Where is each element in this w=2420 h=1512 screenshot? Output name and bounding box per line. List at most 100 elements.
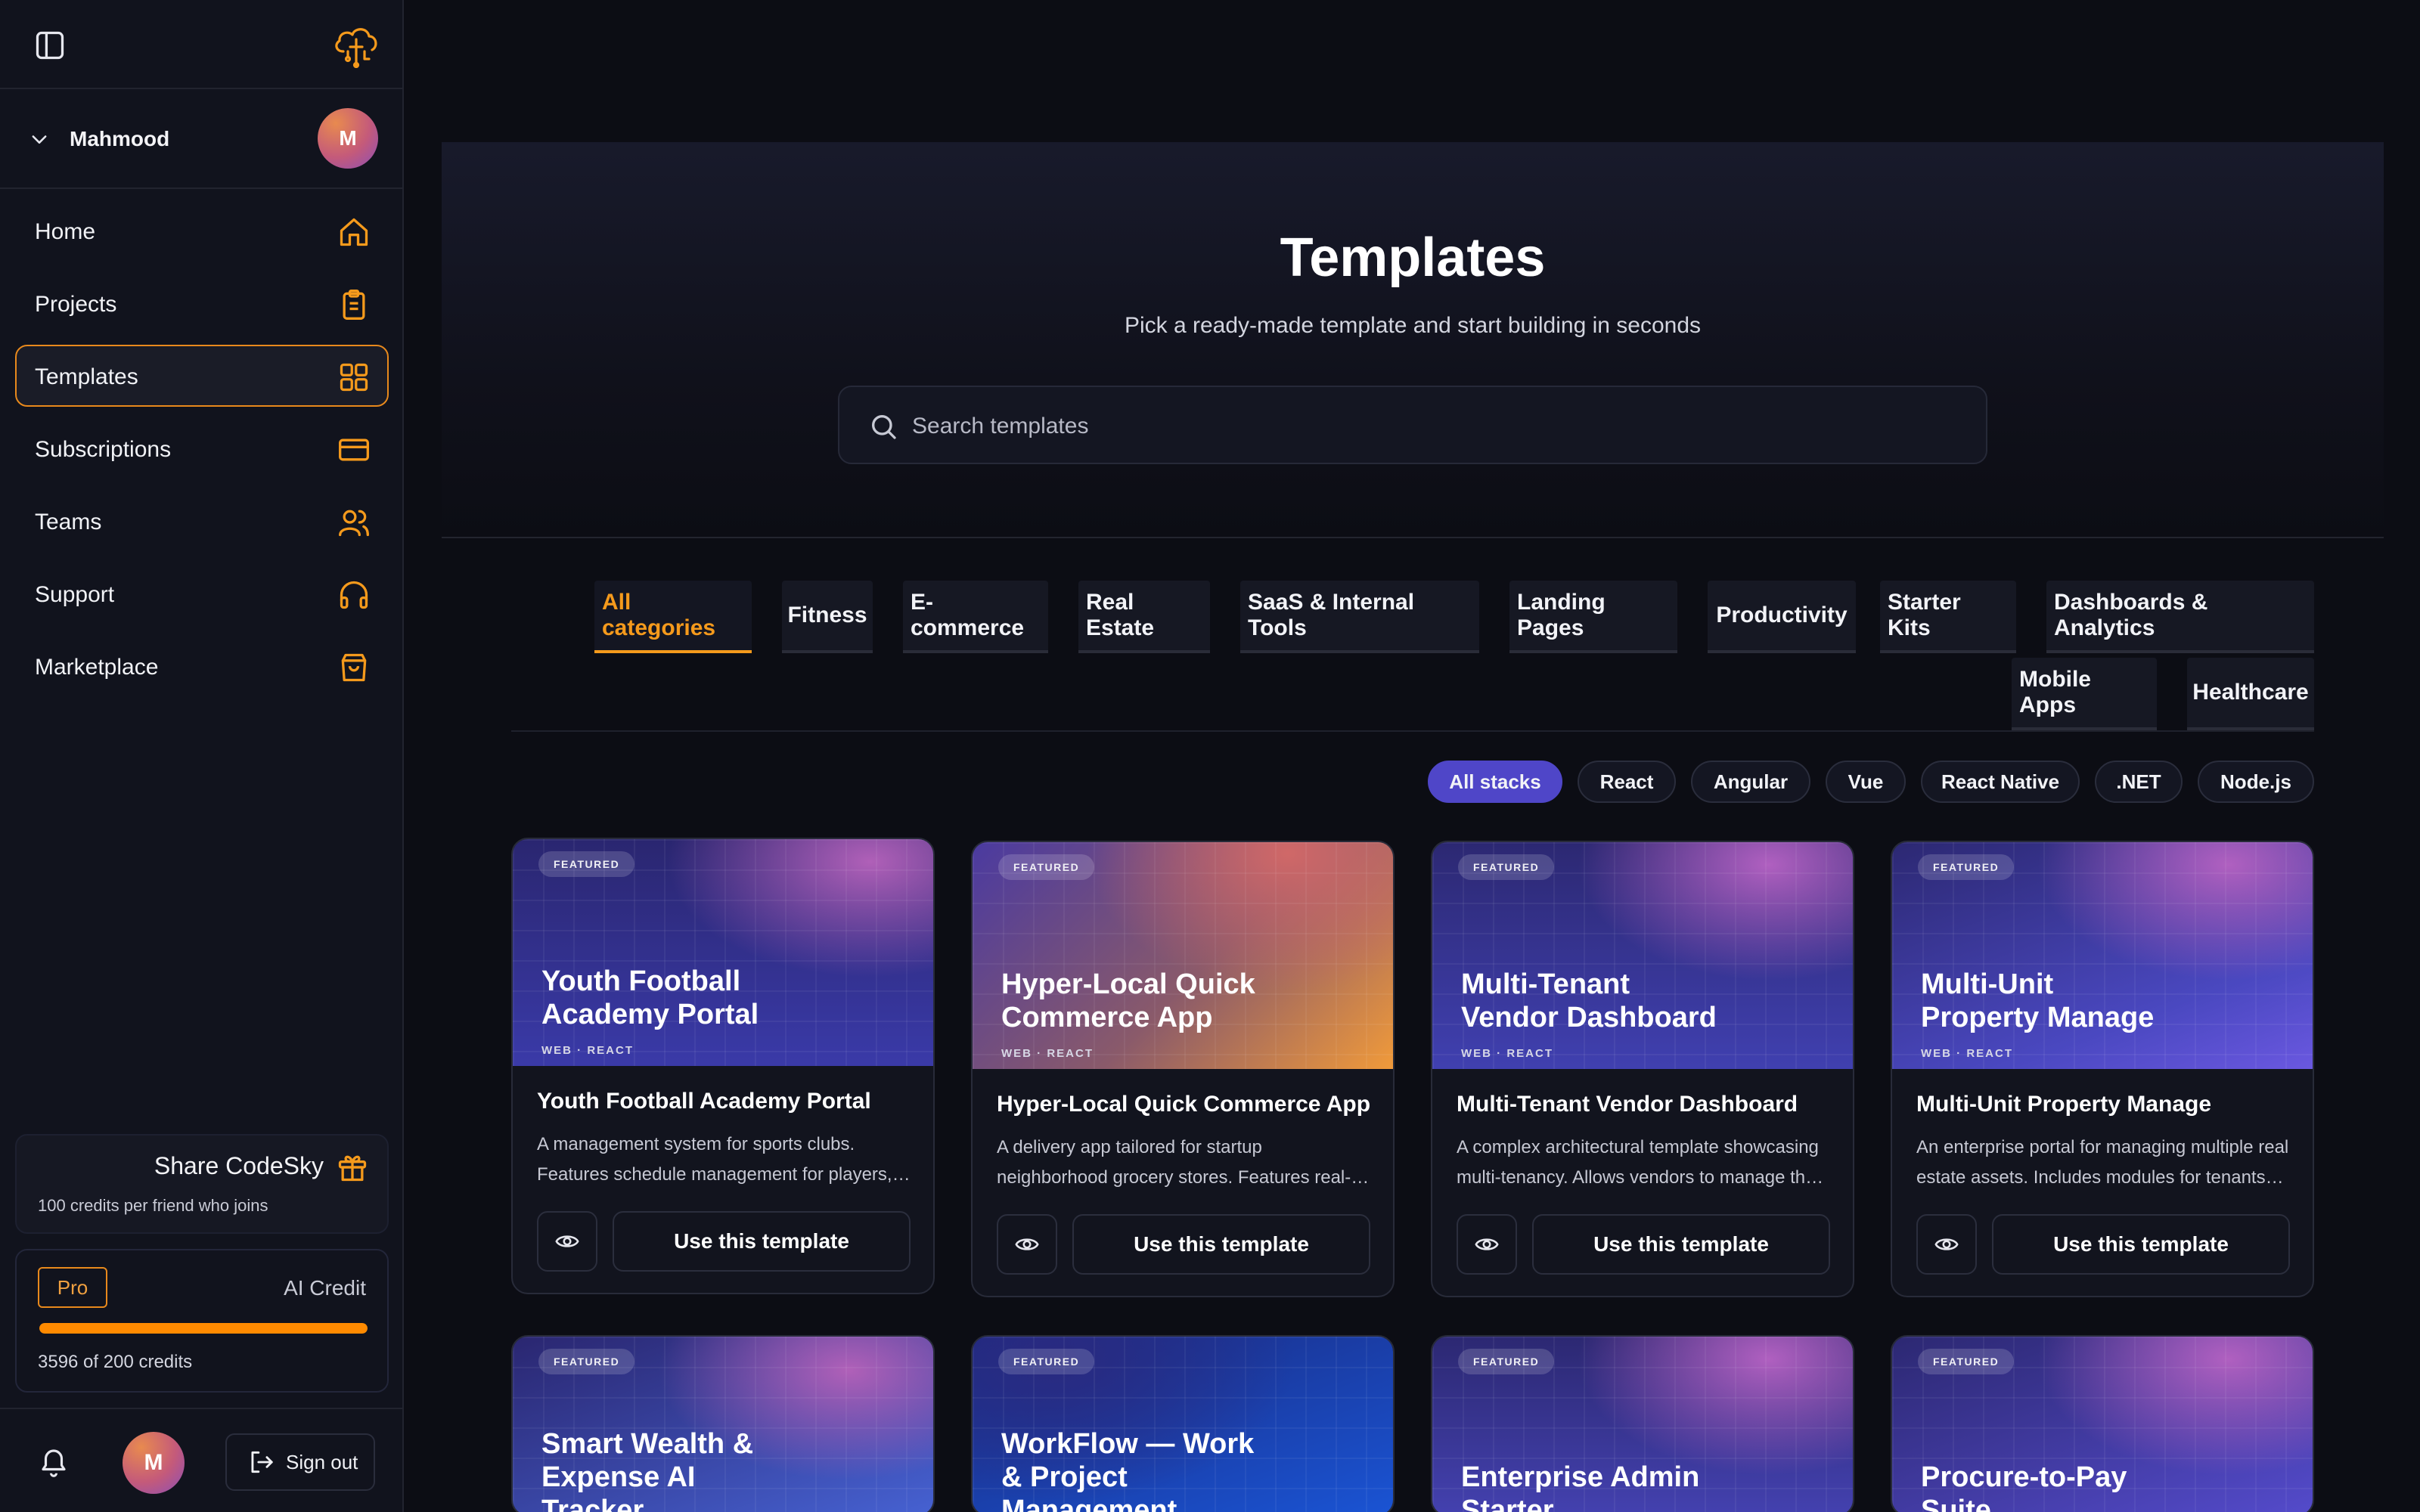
sidebar-item-label: Projects: [35, 292, 117, 317]
use-template-button[interactable]: Use this template: [1532, 1214, 1830, 1275]
tab-productivity[interactable]: Productivity: [1708, 581, 1856, 653]
stack-chip-vue[interactable]: Vue: [1826, 761, 1906, 803]
sidebar-nav: Home Projects Templates Subscriptions Te…: [15, 200, 389, 708]
banner-title: Hyper-Local Quick Commerce App: [1001, 968, 1255, 1033]
ai-credit-label: AI Credit: [284, 1276, 366, 1300]
featured-badge: FEATURED: [1458, 1349, 1555, 1374]
use-template-button[interactable]: Use this template: [613, 1211, 911, 1272]
template-card[interactable]: FEATURED Hyper-Local Quick Commerce App …: [971, 841, 1395, 1297]
banner-title: Youth Football Academy Portal: [541, 965, 759, 1030]
eye-icon: [1934, 1238, 1959, 1250]
stack-chip-react[interactable]: React: [1578, 761, 1676, 803]
template-card[interactable]: FEATURED Enterprise Admin Starter: [1431, 1335, 1854, 1512]
share-referral-card[interactable]: Share CodeSky 100 credits per friend who…: [15, 1134, 389, 1234]
sidebar-item-projects[interactable]: Projects: [15, 272, 389, 334]
template-banner: FEATURED WorkFlow — Work & Project Manag…: [973, 1337, 1393, 1512]
eye-icon: [555, 1235, 579, 1247]
sidebar-item-support[interactable]: Support: [15, 562, 389, 624]
template-banner: FEATURED Youth Football Academy Portal W…: [513, 839, 933, 1066]
banner-title: WorkFlow — Work & Project Management: [1001, 1428, 1255, 1512]
template-card[interactable]: FEATURED Smart Wealth & Expense AI Track…: [511, 1335, 935, 1512]
ai-credit-card: Pro AI Credit 3596 of 200 credits: [15, 1249, 389, 1393]
credit-progress-bar: [39, 1323, 368, 1334]
featured-badge: FEATURED: [998, 1349, 1095, 1374]
cloud-logo-icon[interactable]: [330, 21, 383, 68]
user-switcher[interactable]: Mahmood M: [0, 91, 402, 189]
search-input[interactable]: [912, 404, 1956, 449]
template-description: A complex architectural template showcas…: [1457, 1137, 1826, 1188]
sidebar-toggle-icon[interactable]: [33, 29, 67, 62]
bell-icon[interactable]: [38, 1445, 70, 1477]
credit-progress-fill: [39, 1323, 368, 1334]
template-banner: FEATURED Smart Wealth & Expense AI Track…: [513, 1337, 933, 1512]
sign-out-label: Sign out: [286, 1450, 358, 1473]
divider: [511, 730, 2314, 732]
sidebar-header: [0, 0, 402, 89]
avatar[interactable]: M: [123, 1432, 185, 1494]
sidebar-item-templates[interactable]: Templates: [15, 345, 389, 407]
banner-meta: WEB · REACT: [541, 1044, 634, 1057]
template-banner: FEATURED Procure-to-Pay Suite: [1892, 1337, 2313, 1512]
sidebar-item-subscriptions[interactable]: Subscriptions: [15, 417, 389, 479]
template-banner: FEATURED Enterprise Admin Starter: [1432, 1337, 1853, 1512]
banner-meta: WEB · REACT: [1461, 1047, 1553, 1060]
chevron-down-icon: [32, 135, 47, 144]
avatar[interactable]: M: [318, 108, 378, 169]
tab-e-commerce[interactable]: E-commerce: [903, 581, 1048, 653]
preview-button[interactable]: [1916, 1214, 1977, 1275]
banner-title: Multi-Unit Property Manage: [1921, 968, 2155, 1033]
tab-saas-internal-tools[interactable]: SaaS & Internal Tools: [1240, 581, 1479, 653]
sidebar-item-home[interactable]: Home: [15, 200, 389, 262]
share-title: Share CodeSky: [154, 1152, 324, 1179]
templates-hero: Templates Pick a ready-made template and…: [442, 142, 2384, 538]
banner-meta: WEB · REACT: [1921, 1047, 2013, 1060]
search-icon: [872, 415, 896, 439]
template-description: An enterprise portal for managing multip…: [1916, 1137, 2289, 1188]
tab-real-estate[interactable]: Real Estate: [1078, 581, 1210, 653]
template-title: Multi-Tenant Vendor Dashboard: [1457, 1092, 1798, 1117]
users-icon: [339, 510, 369, 537]
stack-chip-nodejs[interactable]: Node.js: [2198, 761, 2314, 803]
tab-healthcare[interactable]: Healthcare: [2187, 658, 2314, 730]
stack-chip-angular[interactable]: Angular: [1691, 761, 1810, 803]
sidebar-item-teams[interactable]: Teams: [15, 490, 389, 552]
stack-chip-react-native[interactable]: React Native: [1921, 761, 2080, 803]
template-card[interactable]: FEATURED Multi-Tenant Vendor Dashboard W…: [1431, 841, 1854, 1297]
stack-chip-all[interactable]: All stacks: [1428, 761, 1562, 803]
plan-badge[interactable]: Pro: [38, 1267, 107, 1308]
eye-icon: [1475, 1238, 1499, 1250]
template-title: Hyper-Local Quick Commerce App: [997, 1092, 1371, 1117]
preview-button[interactable]: [1457, 1214, 1517, 1275]
tab-dashboards-analytics[interactable]: Dashboards & Analytics: [2046, 581, 2314, 653]
tab-starter-kits[interactable]: Starter Kits: [1880, 581, 2016, 653]
banner-title: Smart Wealth & Expense AI Tracker: [541, 1428, 754, 1512]
credit-count: 3596 of 200 credits: [38, 1352, 193, 1372]
sidebar-item-marketplace[interactable]: Marketplace: [15, 635, 389, 697]
sign-out-button[interactable]: Sign out: [225, 1433, 375, 1491]
banner-title: Enterprise Admin Starter: [1461, 1461, 1700, 1512]
template-banner: FEATURED Multi-Tenant Vendor Dashboard W…: [1432, 842, 1853, 1069]
tab-fitness[interactable]: Fitness: [782, 581, 873, 653]
use-template-button[interactable]: Use this template: [1992, 1214, 2290, 1275]
tab-mobile-apps[interactable]: Mobile Apps: [2012, 658, 2157, 730]
preview-button[interactable]: [537, 1211, 597, 1272]
featured-badge: FEATURED: [538, 851, 635, 877]
template-card[interactable]: FEATURED WorkFlow — Work & Project Manag…: [971, 1335, 1395, 1512]
template-description: A delivery app tailored for startup neig…: [997, 1137, 1351, 1188]
sidebar-item-label: Teams: [35, 510, 102, 534]
featured-badge: FEATURED: [1458, 854, 1555, 880]
template-card[interactable]: FEATURED Youth Football Academy Portal W…: [511, 838, 935, 1294]
tab-landing-pages[interactable]: Landing Pages: [1509, 581, 1677, 653]
shopping-bag-icon: [341, 653, 367, 682]
stack-chip-dotnet[interactable]: .NET: [2095, 761, 2183, 803]
template-card[interactable]: FEATURED Multi-Unit Property Manage WEB …: [1891, 841, 2314, 1297]
sidebar-item-label: Home: [35, 219, 96, 244]
template-card[interactable]: FEATURED Procure-to-Pay Suite: [1891, 1335, 2314, 1512]
template-title: Youth Football Academy Portal: [537, 1089, 871, 1114]
tab-all-categories[interactable]: All categories: [594, 581, 752, 653]
template-description: A management system for sports clubs. Fe…: [537, 1134, 892, 1185]
preview-button[interactable]: [997, 1214, 1057, 1275]
page-title: Templates: [1280, 228, 1546, 288]
use-template-button[interactable]: Use this template: [1072, 1214, 1370, 1275]
featured-badge: FEATURED: [998, 854, 1095, 880]
